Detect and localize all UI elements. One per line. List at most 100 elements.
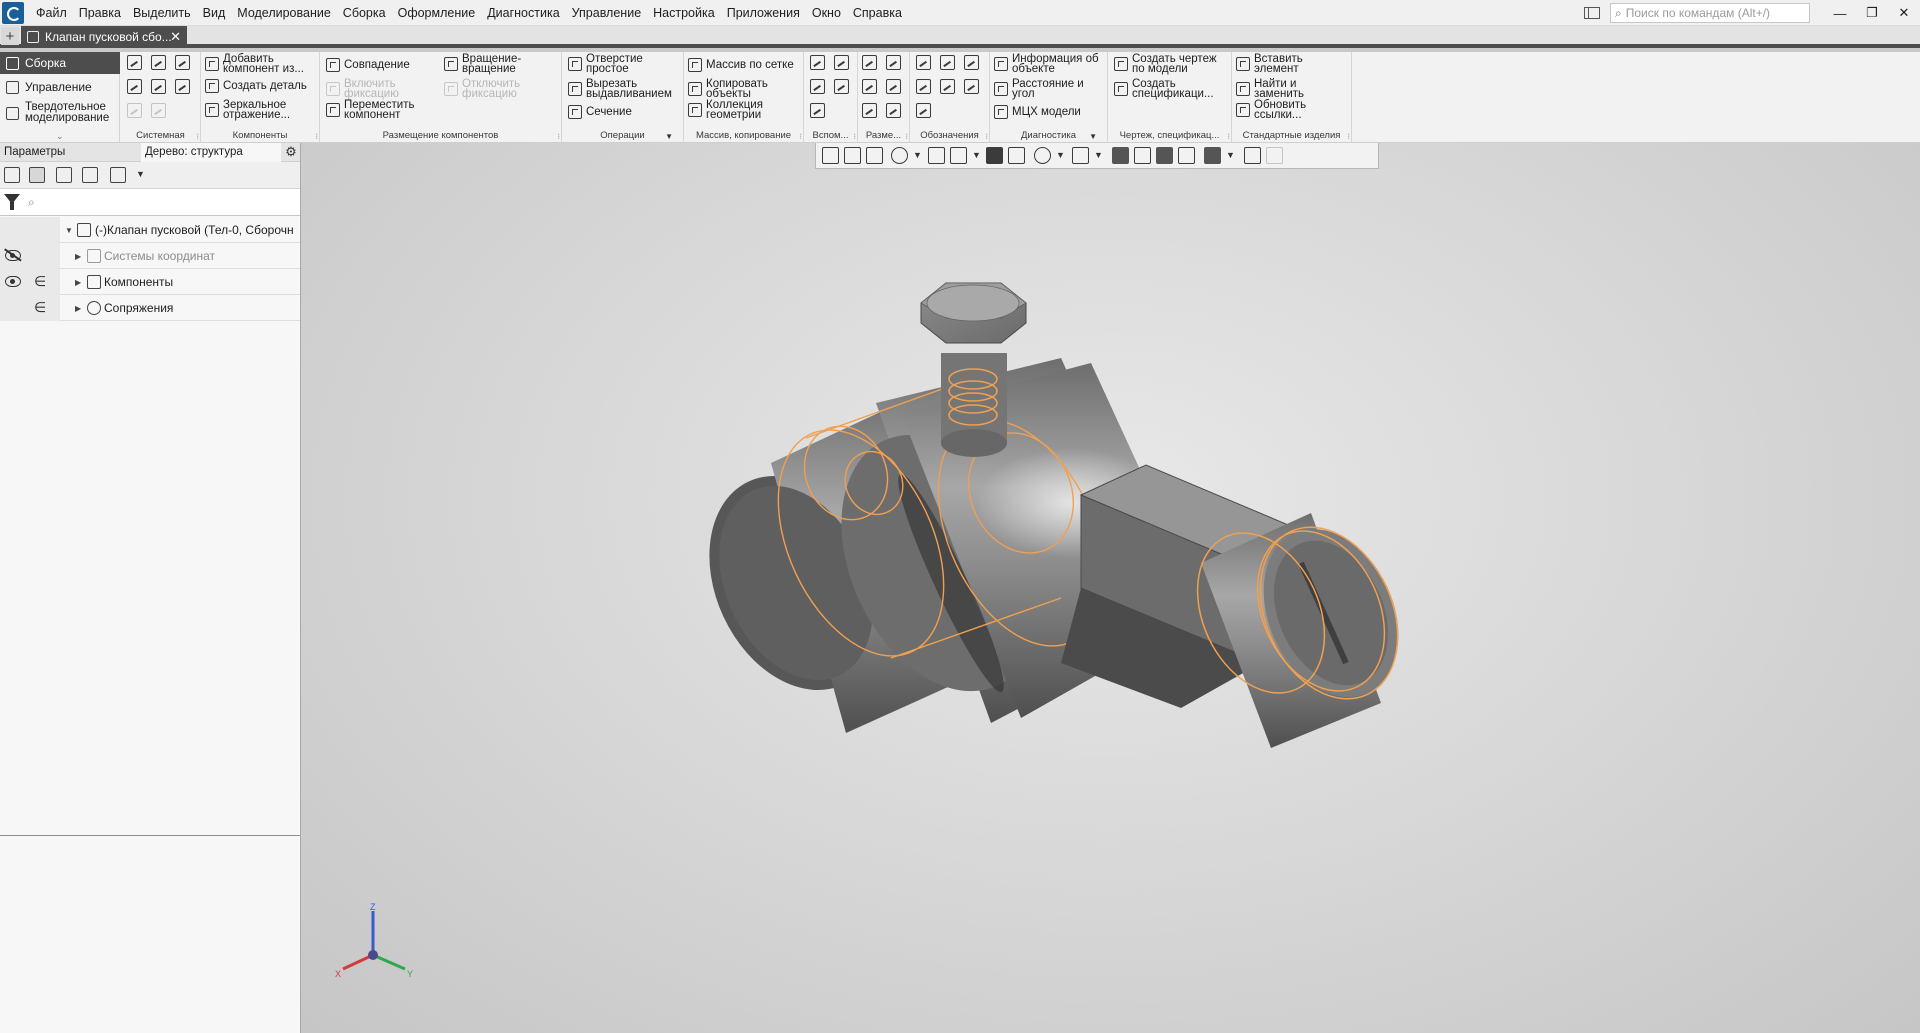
components-view-icon[interactable] bbox=[56, 167, 72, 183]
new-file-icon[interactable] bbox=[127, 55, 142, 70]
new-document-button[interactable]: + bbox=[1, 27, 19, 45]
mode-more-icon[interactable]: ⌄ bbox=[56, 131, 64, 142]
open-file-icon[interactable] bbox=[151, 55, 166, 70]
menu-assembly[interactable]: Сборка bbox=[337, 0, 392, 26]
3d-viewport[interactable]: ▼ ▼ ▼ ▼ ▼ Z X Y bbox=[301, 143, 1920, 1033]
menu-management[interactable]: Управление bbox=[566, 0, 648, 26]
save-all-icon[interactable] bbox=[175, 79, 190, 94]
select-view-icon[interactable] bbox=[82, 167, 98, 183]
valve-model[interactable] bbox=[301, 143, 1920, 1033]
menu-help[interactable]: Справка bbox=[847, 0, 908, 26]
minimize-button[interactable]: — bbox=[1824, 0, 1856, 26]
section-button[interactable]: Сечение bbox=[568, 105, 632, 119]
copy-objects-button[interactable]: Копировать объекты bbox=[688, 78, 768, 100]
group-grip-icon[interactable]: ⁝ bbox=[196, 132, 199, 141]
group-grip-icon[interactable]: ⁝ bbox=[315, 132, 318, 141]
group-grip-icon[interactable]: ⁝ bbox=[905, 132, 908, 141]
dim-table-icon[interactable] bbox=[862, 103, 877, 118]
tree-search-input[interactable]: ⌕ bbox=[24, 192, 294, 212]
mode-solid-modeling[interactable]: Твердотельное моделирование bbox=[0, 100, 120, 126]
view-orient-icon[interactable] bbox=[822, 147, 839, 164]
structure-view-icon[interactable] bbox=[29, 167, 45, 183]
hidden-eye-icon[interactable] bbox=[5, 250, 21, 261]
hole-button[interactable]: Отверстие простое bbox=[568, 53, 643, 75]
mirror-button[interactable]: Зеркальное отражение... bbox=[205, 99, 290, 121]
appearance-icon[interactable] bbox=[1178, 147, 1195, 164]
hide-show-icon[interactable] bbox=[1034, 147, 1051, 164]
menu-window[interactable]: Окно bbox=[806, 0, 847, 26]
weld-icon[interactable] bbox=[916, 103, 931, 118]
diagnostics-dropdown-icon[interactable]: ▼ bbox=[1089, 132, 1097, 141]
menu-diagnostics[interactable]: Диагностика bbox=[481, 0, 565, 26]
base-icon[interactable] bbox=[964, 55, 979, 70]
tab-tree[interactable]: Дерево: структура bbox=[141, 143, 281, 162]
coincidence-button[interactable]: Совпадение bbox=[326, 58, 410, 72]
menu-view[interactable]: Вид bbox=[197, 0, 232, 26]
move-component-button[interactable]: Переместить компонент bbox=[326, 99, 414, 121]
restore-button[interactable]: ❐ bbox=[1856, 0, 1888, 26]
rotate-icon[interactable] bbox=[950, 147, 967, 164]
mass-props-button[interactable]: МЦХ модели bbox=[994, 105, 1081, 119]
display-icon[interactable] bbox=[1134, 147, 1151, 164]
filter-dropdown-icon[interactable]: ▼ bbox=[1226, 150, 1235, 160]
aux-cs-icon[interactable] bbox=[834, 79, 849, 94]
enable-fix-button[interactable]: Включить фиксацию bbox=[326, 78, 399, 100]
aux-point-icon[interactable] bbox=[810, 79, 825, 94]
menu-select[interactable]: Выделить bbox=[127, 0, 197, 26]
insert-element-button[interactable]: Вставить элемент bbox=[1236, 53, 1303, 75]
redo-icon[interactable] bbox=[151, 103, 166, 118]
included-icon[interactable]: ∈ bbox=[34, 273, 46, 290]
tolerance-icon[interactable] bbox=[916, 79, 931, 94]
expand-arrow-icon[interactable]: ▶ bbox=[75, 304, 81, 313]
roughness-icon[interactable] bbox=[940, 55, 955, 70]
angular-dim-icon[interactable] bbox=[886, 55, 901, 70]
operations-dropdown-icon[interactable]: ▼ bbox=[665, 132, 673, 141]
group-grip-icon[interactable]: ⁝ bbox=[1227, 132, 1230, 141]
radial-dim-icon[interactable] bbox=[862, 79, 877, 94]
dim-auto-icon[interactable] bbox=[886, 103, 901, 118]
visible-eye-icon[interactable] bbox=[5, 276, 21, 287]
pan-icon[interactable] bbox=[928, 147, 945, 164]
menu-modeling[interactable]: Моделирование bbox=[231, 0, 337, 26]
geometry-collection-button[interactable]: Коллекция геометрии bbox=[688, 99, 763, 121]
panel-divider[interactable] bbox=[0, 835, 300, 836]
filter-icon[interactable] bbox=[4, 194, 20, 210]
add-component-button[interactable]: Добавить компонент из... bbox=[205, 53, 304, 75]
document-tab[interactable]: Клапан пусковой сбо... ✕ bbox=[21, 26, 187, 48]
tree-row-root[interactable]: ▼ (-)Клапан пусковой (Тел-0, Сборочн bbox=[0, 217, 300, 243]
diameter-dim-icon[interactable] bbox=[886, 79, 901, 94]
expand-arrow-icon[interactable]: ▶ bbox=[75, 252, 81, 261]
gear-icon[interactable]: ⚙ bbox=[283, 144, 299, 160]
disable-fix-button[interactable]: Отключить фиксацию bbox=[444, 78, 520, 100]
group-grip-icon[interactable]: ⁝ bbox=[1347, 132, 1350, 141]
mark-icon[interactable] bbox=[940, 79, 955, 94]
included-icon[interactable]: ∈ bbox=[34, 299, 46, 316]
aux-plane-icon[interactable] bbox=[810, 55, 825, 70]
preview-icon[interactable] bbox=[151, 79, 166, 94]
group-grip-icon[interactable]: ⁝ bbox=[853, 132, 856, 141]
position-icon[interactable] bbox=[964, 79, 979, 94]
close-window-button[interactable]: ✕ bbox=[1888, 0, 1920, 26]
tree-options-dropdown-icon[interactable]: ▼ bbox=[136, 169, 145, 179]
aux-axis-icon[interactable] bbox=[834, 55, 849, 70]
camera-dropdown-icon[interactable]: ▼ bbox=[1094, 150, 1103, 160]
group-grip-icon[interactable]: ⁝ bbox=[799, 132, 802, 141]
zoom-fit-icon[interactable] bbox=[844, 147, 861, 164]
camera-icon[interactable] bbox=[1072, 147, 1089, 164]
rotation-button[interactable]: Вращение- вращение bbox=[444, 53, 521, 75]
expand-arrow-icon[interactable]: ▶ bbox=[75, 278, 81, 287]
visibility-dropdown-icon[interactable]: ▼ bbox=[1056, 150, 1065, 160]
aux-line-icon[interactable] bbox=[810, 103, 825, 118]
create-spec-button[interactable]: Создать спецификаци... bbox=[1114, 78, 1214, 100]
linear-dim-icon[interactable] bbox=[862, 55, 877, 70]
create-part-button[interactable]: Создать деталь bbox=[205, 79, 307, 93]
extrude-cut-button[interactable]: Вырезать выдавливанием bbox=[568, 78, 672, 100]
close-tab-icon[interactable]: ✕ bbox=[170, 29, 181, 45]
menu-design[interactable]: Оформление bbox=[392, 0, 482, 26]
tree-row-mates[interactable]: ∈ ▶ Сопряжения bbox=[0, 295, 300, 321]
lights-icon[interactable] bbox=[1156, 147, 1173, 164]
mode-assembly[interactable]: Сборка bbox=[0, 52, 120, 74]
zoom-window-icon[interactable] bbox=[866, 147, 883, 164]
tree-options-icon[interactable] bbox=[110, 167, 126, 183]
zoom-dropdown-icon[interactable]: ▼ bbox=[913, 150, 922, 160]
